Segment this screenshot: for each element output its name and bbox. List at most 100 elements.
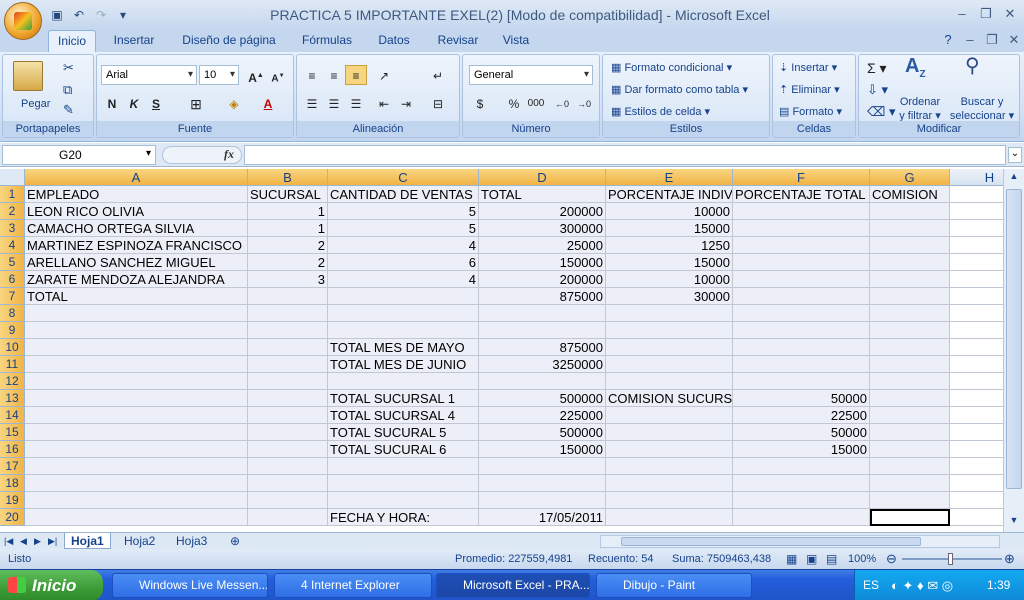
cell-a18[interactable]	[25, 475, 248, 492]
clear-icon[interactable]: ⌫ ▾	[867, 105, 896, 119]
column-header-h[interactable]: H	[950, 169, 1003, 186]
cell-f9[interactable]	[733, 322, 870, 339]
taskbar-item-messenger[interactable]: Windows Live Messen...	[112, 573, 268, 598]
cell-f8[interactable]	[733, 305, 870, 322]
customize-qat-icon[interactable]: ▾	[114, 7, 132, 23]
row-header[interactable]: 18	[0, 475, 25, 492]
cell-e16[interactable]	[606, 441, 733, 458]
underline-icon[interactable]: S	[145, 93, 167, 113]
cell-c10[interactable]: TOTAL MES DE MAYO	[328, 339, 479, 356]
cell-a7[interactable]: TOTAL	[25, 288, 248, 305]
cell-a4[interactable]: MARTINEZ ESPINOZA FRANCISCO	[25, 237, 248, 254]
horizontal-scroll-thumb[interactable]	[621, 537, 921, 546]
align-center-icon[interactable]: ☰	[323, 93, 345, 113]
cell-c2[interactable]: 5	[328, 203, 479, 220]
cell-e6[interactable]: 10000	[606, 271, 733, 288]
row-header[interactable]: 9	[0, 322, 25, 339]
cell-h15[interactable]	[950, 424, 1003, 441]
restore-icon[interactable]: ❐	[974, 4, 998, 24]
cell-b10[interactable]	[248, 339, 328, 356]
cell-d14[interactable]: 225000	[479, 407, 606, 424]
insert-sheet-icon[interactable]: ⊕	[224, 533, 246, 549]
cell-c17[interactable]	[328, 458, 479, 475]
cell-g13[interactable]	[870, 390, 950, 407]
cell-d12[interactable]	[479, 373, 606, 390]
italic-icon[interactable]: K	[123, 93, 145, 113]
cell-e3[interactable]: 15000	[606, 220, 733, 237]
bold-icon[interactable]: N	[101, 93, 123, 113]
paste-icon[interactable]	[13, 61, 43, 91]
cell-a13[interactable]	[25, 390, 248, 407]
zoom-out-icon[interactable]: ⊖	[886, 549, 897, 569]
row-header[interactable]: 7	[0, 288, 25, 305]
cell-b20[interactable]	[248, 509, 328, 526]
cell-a6[interactable]: ZARATE MENDOZA ALEJANDRA	[25, 271, 248, 288]
cell-g10[interactable]	[870, 339, 950, 356]
cell-h8[interactable]	[950, 305, 1003, 322]
cell-e12[interactable]	[606, 373, 733, 390]
cell-c19[interactable]	[328, 492, 479, 509]
font-color-icon[interactable]: A	[257, 93, 279, 113]
cell-e5[interactable]: 15000	[606, 254, 733, 271]
close-icon[interactable]: ✕	[998, 4, 1022, 24]
cell-e11[interactable]	[606, 356, 733, 373]
cell-a16[interactable]	[25, 441, 248, 458]
prev-sheet-icon[interactable]: ◀	[18, 533, 29, 549]
cell-d7[interactable]: 875000	[479, 288, 606, 305]
cell-d1[interactable]: TOTAL	[479, 186, 606, 203]
cell-d17[interactable]	[479, 458, 606, 475]
cell-f6[interactable]	[733, 271, 870, 288]
cell-a19[interactable]	[25, 492, 248, 509]
align-top-icon[interactable]: ≡	[301, 65, 323, 85]
cell-d5[interactable]: 150000	[479, 254, 606, 271]
cell-h7[interactable]	[950, 288, 1003, 305]
cell-g5[interactable]	[870, 254, 950, 271]
cell-a3[interactable]: CAMACHO ORTEGA SILVIA	[25, 220, 248, 237]
cell-b13[interactable]	[248, 390, 328, 407]
cell-f18[interactable]	[733, 475, 870, 492]
cell-g6[interactable]	[870, 271, 950, 288]
cell-b19[interactable]	[248, 492, 328, 509]
cell-c13[interactable]: TOTAL SUCURSAL 1	[328, 390, 479, 407]
conditional-format-button[interactable]: ▦ Formato condicional ▾	[611, 61, 732, 75]
row-header[interactable]: 12	[0, 373, 25, 390]
sort-filter-button[interactable]: Ordenar y filtrar ▾	[897, 95, 943, 123]
cell-e1[interactable]: PORCENTAJE INDIV	[606, 186, 733, 203]
cell-e9[interactable]	[606, 322, 733, 339]
spreadsheet-grid[interactable]: A B C D E F G H 1 EMPLEADO SUCURSAL CANTIDAD DE VEN…	[0, 169, 1003, 526]
cell-d20[interactable]: 17/05/2011	[479, 509, 606, 526]
cell-c18[interactable]	[328, 475, 479, 492]
start-button[interactable]: Inicio	[0, 570, 103, 600]
row-header[interactable]: 3	[0, 220, 25, 237]
redo-icon[interactable]: ↷	[92, 7, 110, 23]
align-right-icon[interactable]: ☰	[345, 93, 367, 113]
cell-c8[interactable]	[328, 305, 479, 322]
cell-f15[interactable]: 50000	[733, 424, 870, 441]
row-header[interactable]: 11	[0, 356, 25, 373]
align-middle-icon[interactable]: ≡	[323, 65, 345, 85]
shrink-font-icon[interactable]: A▼	[267, 65, 289, 85]
cell-c15[interactable]: TOTAL SUCURAL 5	[328, 424, 479, 441]
cell-h2[interactable]	[950, 203, 1003, 220]
sheet-tab-hoja3[interactable]: Hoja3	[170, 533, 213, 549]
cell-a1[interactable]: EMPLEADO	[25, 186, 248, 203]
cell-g14[interactable]	[870, 407, 950, 424]
cell-g7[interactable]	[870, 288, 950, 305]
tab-datos[interactable]: Datos	[372, 30, 416, 52]
row-header[interactable]: 17	[0, 458, 25, 475]
cell-c7[interactable]	[328, 288, 479, 305]
cell-b16[interactable]	[248, 441, 328, 458]
format-painter-icon[interactable]: ✎	[63, 103, 74, 117]
cell-g16[interactable]	[870, 441, 950, 458]
cell-c14[interactable]: TOTAL SUCURSAL 4	[328, 407, 479, 424]
cell-d13[interactable]: 500000	[479, 390, 606, 407]
row-header[interactable]: 1	[0, 186, 25, 203]
column-header-e[interactable]: E	[606, 169, 733, 186]
formula-input[interactable]	[244, 145, 1006, 165]
page-layout-view-icon[interactable]: ▣	[806, 549, 817, 569]
row-header[interactable]: 14	[0, 407, 25, 424]
cell-b3[interactable]: 1	[248, 220, 328, 237]
font-size-combo[interactable]: 10	[199, 65, 239, 85]
cell-f2[interactable]	[733, 203, 870, 220]
cell-b8[interactable]	[248, 305, 328, 322]
